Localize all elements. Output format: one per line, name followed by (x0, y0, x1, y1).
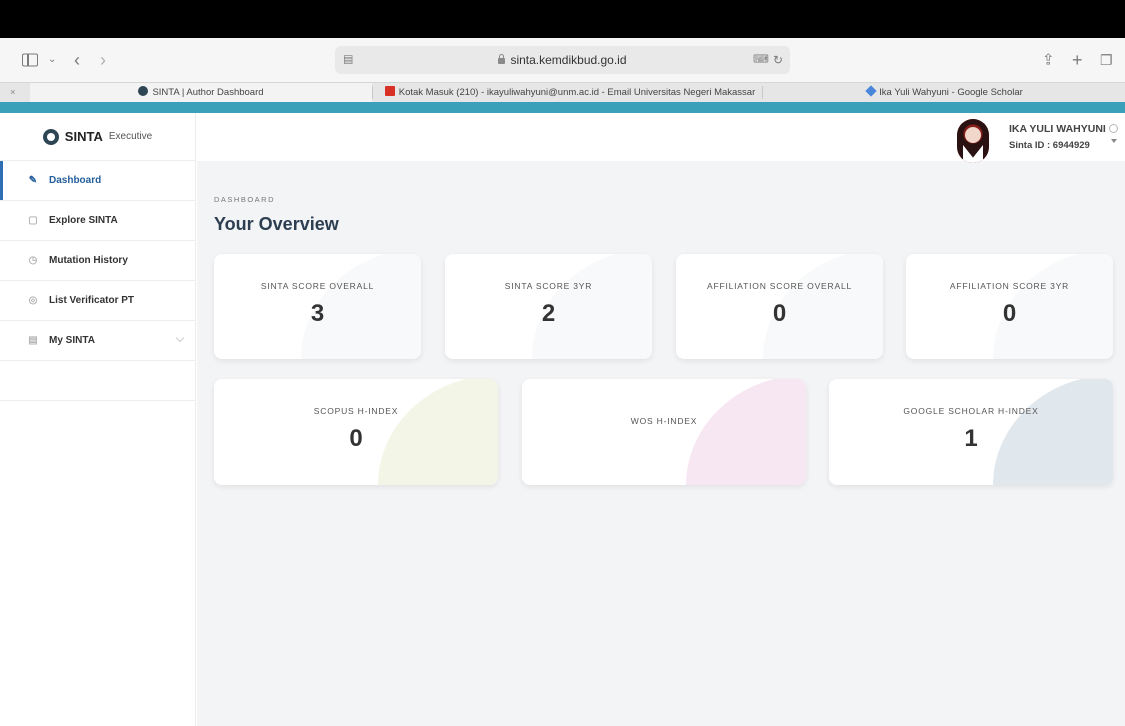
forward-arrow-icon[interactable]: › (100, 51, 106, 69)
card-label: GOOGLE SCHOLAR H-INDEX (903, 406, 1039, 416)
sidebar-item-label: Explore SINTA (49, 215, 118, 226)
sidebar-item-label: Mutation History (49, 255, 128, 266)
sidebar-item-dashboard[interactable]: ✎ Dashboard (0, 161, 195, 201)
sidebar-item-label: List Verificator PT (49, 295, 135, 306)
url-text: sinta.kemdikbud.go.id (510, 53, 627, 67)
translate-icon[interactable]: ⌨ (753, 54, 769, 66)
tab-divider (762, 86, 763, 99)
app-container: SINTA Executive ✎ Dashboard ▢ Explore SI… (0, 113, 1125, 726)
card-label: SINTA SCORE OVERALL (260, 281, 375, 291)
card-label: SCOPUS H-INDEX (313, 406, 399, 416)
reload-icon[interactable]: ↻ (773, 54, 783, 66)
share-icon[interactable]: ⇪ (1042, 53, 1055, 68)
avatar-hijab (957, 119, 989, 163)
history-icon: ◷ (28, 255, 38, 266)
sinta-id: Sinta ID : 6944929 (1009, 140, 1090, 151)
card-label: SINTA SCORE 3YR (504, 281, 593, 291)
brand-name: SINTA (64, 129, 103, 144)
card-value: 2 (541, 300, 556, 327)
browser-toolbar: ⌄ ‹ › ▤ sinta.kemdikbud.go.id ⌨ ↻ ⇪ + ❐ (0, 38, 1125, 82)
card-scopus-h-index[interactable]: SCOPUS H-INDEX 0 (214, 379, 498, 485)
scholar-favicon-icon (865, 85, 877, 98)
card-value: 0 (1002, 300, 1017, 327)
tab-overview-icon[interactable]: ❐ (1100, 53, 1113, 67)
card-sinta-score-overall[interactable]: SINTA SCORE OVERALL 3 (214, 254, 421, 359)
new-tab-icon[interactable]: + (1072, 51, 1083, 69)
card-label: WOS H-INDEX (630, 416, 698, 426)
sidebar-item-label: My SINTA (49, 335, 95, 346)
sidebar-toggle-icon[interactable] (22, 53, 38, 67)
brand-subtitle: Executive (108, 131, 153, 142)
card-label: AFFILIATION SCORE OVERALL (706, 281, 852, 291)
card-icon: ▤ (28, 335, 38, 346)
screen-top-strip (0, 0, 1125, 38)
verified-icon (1108, 124, 1118, 133)
card-label: AFFILIATION SCORE 3YR (949, 281, 1070, 291)
brand-logo[interactable]: SINTA Executive (0, 113, 195, 161)
tab-label: SINTA | Author Dashboard (152, 87, 264, 98)
card-value: 0 (772, 300, 787, 327)
tab-google-scholar[interactable]: Ika Yuli Wahyuni - Google Scholar (770, 83, 1120, 102)
tab-label: Ika Yuli Wahyuni - Google Scholar (879, 87, 1023, 98)
user-menu-caret-icon[interactable] (1111, 139, 1117, 143)
top-header: IKA YULI WAHYUNI Sinta ID : 6944929 (197, 113, 1125, 163)
sinta-favicon-icon (138, 86, 149, 97)
sidebar-item-list-verificator[interactable]: ◎ List Verificator PT (0, 281, 195, 321)
pencil-icon: ✎ (28, 175, 38, 186)
page-title: Your Overview (214, 214, 339, 234)
sidebar-item-label: Dashboard (49, 175, 102, 186)
card-value: 0 (349, 425, 363, 452)
sinta-logo-icon (42, 128, 59, 145)
lock-icon (498, 54, 506, 64)
search-doc-icon: ▢ (28, 215, 38, 226)
card-sinta-score-3yr[interactable]: SINTA SCORE 3YR 2 (445, 254, 652, 359)
main-content: IKA YULI WAHYUNI Sinta ID : 6944929 DASH… (197, 113, 1125, 726)
sidebar-item-explore-sinta[interactable]: ▢ Explore SINTA (0, 201, 195, 241)
tab-divider (372, 86, 373, 99)
tab-label: Kotak Masuk (210) - ikayuliwahyuni@unm.a… (398, 87, 756, 98)
card-affiliation-score-3yr[interactable]: AFFILIATION SCORE 3YR 0 (906, 254, 1113, 359)
avatar[interactable] (957, 119, 989, 163)
chevron-down-icon (175, 333, 185, 343)
sidebar-item-mutation-history[interactable]: ◷ Mutation History (0, 241, 195, 281)
user-name[interactable]: IKA YULI WAHYUNI (1009, 123, 1118, 135)
user-circle-icon: ◎ (28, 295, 38, 306)
card-value: 1 (964, 425, 978, 452)
chevron-down-icon[interactable]: ⌄ (48, 55, 56, 65)
sidebar-item-my-sinta[interactable]: ▤ My SINTA (0, 321, 195, 361)
breadcrumb: DASHBOARD (214, 195, 276, 204)
sidebar-divider (0, 361, 195, 401)
gmail-favicon-icon (384, 86, 395, 97)
tab-bar: × SINTA | Author Dashboard Kotak Masuk (… (0, 82, 1125, 102)
card-wos-h-index[interactable]: WOS H-INDEX (522, 379, 806, 485)
card-decoration (686, 379, 806, 485)
back-arrow-icon[interactable]: ‹ (74, 51, 80, 69)
address-bar[interactable]: ▤ sinta.kemdikbud.go.id ⌨ ↻ (335, 46, 790, 74)
tab-sinta[interactable]: SINTA | Author Dashboard (30, 83, 372, 102)
card-affiliation-score-overall[interactable]: AFFILIATION SCORE OVERALL 0 (676, 254, 883, 359)
tab-gmail[interactable]: Kotak Masuk (210) - ikayuliwahyuni@unm.a… (380, 83, 760, 102)
sidebar: SINTA Executive ✎ Dashboard ▢ Explore SI… (0, 113, 196, 726)
close-tab-icon[interactable]: × (10, 83, 24, 102)
card-value: 3 (310, 300, 325, 327)
teal-header-bar (0, 102, 1125, 113)
card-google-scholar-h-index[interactable]: GOOGLE SCHOLAR H-INDEX 1 (829, 379, 1113, 485)
